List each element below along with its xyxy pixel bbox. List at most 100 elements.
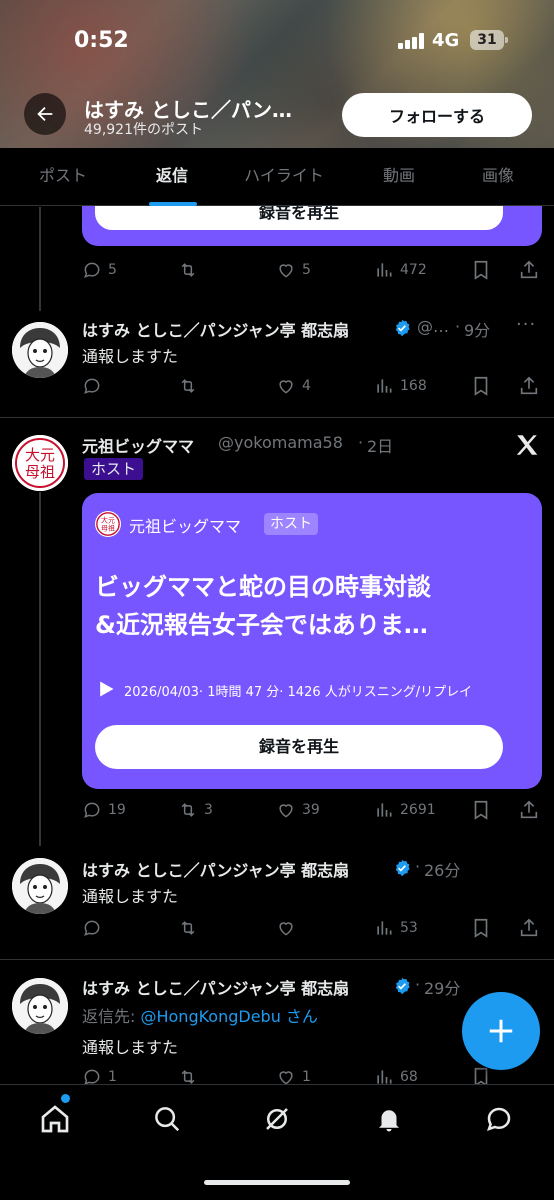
repost-action[interactable]	[178, 917, 204, 939]
nav-messages[interactable]	[479, 1099, 519, 1139]
share-icon[interactable]	[518, 799, 540, 821]
host-badge: ホスト	[84, 458, 144, 480]
repost-action[interactable]: 3	[178, 799, 213, 821]
tab-replies[interactable]: 返信	[126, 148, 218, 206]
post-divider	[0, 417, 554, 418]
nav-notifications[interactable]	[369, 1099, 409, 1139]
avatar-illustration	[12, 978, 68, 1034]
back-button[interactable]	[24, 93, 66, 135]
avatar[interactable]	[12, 322, 68, 378]
space-card[interactable]: 大元 母祖 元祖ビッグママ ホスト ビッグママと蛇の目の時事対談 &近況報告女子…	[82, 493, 542, 789]
more-options-button[interactable]: ···	[516, 314, 536, 335]
host-avatar: 大元 母祖	[95, 511, 121, 537]
svg-text:母祖: 母祖	[101, 524, 115, 533]
repost-icon	[181, 803, 195, 817]
like-count: 1	[302, 1069, 311, 1085]
view-count: 53	[400, 920, 418, 936]
view-count: 68	[400, 1069, 418, 1085]
repost-action[interactable]	[178, 375, 204, 397]
reply-action[interactable]: 19	[82, 799, 126, 821]
views-icon	[377, 921, 392, 935]
host-name: 元祖ビッグママ	[129, 517, 242, 536]
tab-indicator	[149, 202, 197, 206]
tab-videos[interactable]: 動画	[350, 148, 448, 206]
heart-icon	[279, 264, 293, 278]
reply-action[interactable]: 5	[82, 259, 117, 281]
author-name[interactable]: はすみ としこ／パンジャン亭 都志扇	[82, 317, 349, 341]
battery-icon: 31	[470, 30, 508, 50]
play-icon	[100, 681, 114, 697]
views-icon	[377, 263, 392, 277]
reply-icon	[84, 378, 100, 394]
avatar[interactable]	[12, 978, 68, 1034]
author-name[interactable]: はすみ としこ／パンジャン亭 都志扇	[82, 975, 349, 999]
battery-level: 31	[477, 32, 497, 48]
post-time-sep: ·	[455, 317, 461, 336]
reply-suffix: さん	[280, 1007, 318, 1026]
follow-button[interactable]: フォローする	[342, 93, 532, 137]
tab-posts[interactable]: ポスト	[0, 148, 126, 206]
bell-icon	[379, 1110, 399, 1132]
space-title-line1: ビッグママと蛇の目の時事対談	[95, 573, 431, 601]
view-count: 2691	[400, 802, 436, 818]
post-time[interactable]: 9分	[464, 317, 490, 341]
post-time[interactable]: 26分	[424, 857, 460, 881]
like-action[interactable]: 39	[276, 799, 320, 821]
profile-tabs-overlay: ポスト 返信 ハイライト 動画 画像	[0, 148, 554, 206]
avatar[interactable]: 大元 母祖	[12, 435, 68, 491]
avatar[interactable]	[12, 858, 68, 914]
like-action[interactable]	[276, 917, 302, 939]
share-icon[interactable]	[518, 375, 540, 397]
tab-media[interactable]: 画像	[448, 148, 548, 206]
views-action[interactable]: 2691	[374, 799, 436, 821]
play-recording-button[interactable]: 録音を再生	[95, 725, 503, 769]
like-count: 5	[302, 262, 311, 278]
post-divider	[0, 959, 554, 960]
post-time[interactable]: 2日	[367, 433, 393, 457]
avatar-illustration	[12, 858, 68, 914]
author-name[interactable]: 元祖ビッグママ	[82, 433, 194, 457]
grok-icon	[266, 1108, 288, 1130]
reply-handle-link[interactable]: @HongKongDebu	[140, 1007, 280, 1026]
nav-search[interactable]	[147, 1099, 187, 1139]
nav-home[interactable]	[35, 1099, 75, 1139]
post-count: 49,921件のポスト	[84, 122, 203, 138]
author-name[interactable]: はすみ としこ／パンジャン亭 都志扇	[82, 857, 349, 881]
post-time-sep: ·	[358, 433, 364, 452]
space-title-line2: &近況報告女子会ではありま…	[95, 611, 428, 639]
svg-text:大元: 大元	[25, 446, 55, 464]
bookmark-icon[interactable]	[470, 259, 492, 281]
verified-badge-icon	[395, 319, 410, 337]
tab-highlights[interactable]: ハイライト	[218, 148, 350, 206]
author-handle[interactable]: @yokomama58	[218, 433, 343, 452]
view-count: 472	[400, 262, 427, 278]
repost-count: 3	[204, 802, 213, 818]
reply-icon	[84, 262, 100, 278]
bookmark-icon[interactable]	[470, 917, 492, 939]
reply-action[interactable]	[82, 917, 108, 939]
reply-icon	[84, 802, 100, 818]
repost-action[interactable]	[178, 259, 204, 281]
views-action[interactable]: 472	[374, 259, 427, 281]
author-handle[interactable]: @…	[417, 317, 449, 336]
bookmark-icon[interactable]	[470, 375, 492, 397]
views-action[interactable]: 168	[374, 375, 427, 397]
nav-grok[interactable]	[257, 1099, 297, 1139]
bookmark-icon[interactable]	[470, 799, 492, 821]
views-icon	[377, 379, 392, 393]
like-count: 39	[302, 802, 320, 818]
reply-action[interactable]	[82, 375, 108, 397]
share-icon[interactable]	[518, 259, 540, 281]
home-icon	[41, 1105, 69, 1133]
share-icon[interactable]	[518, 917, 540, 939]
post-time[interactable]: 29分	[424, 975, 460, 999]
signal-icon	[398, 33, 426, 49]
like-action[interactable]: 4	[276, 375, 311, 397]
heart-icon	[279, 804, 293, 818]
verified-badge-icon	[395, 977, 410, 995]
compose-button[interactable]	[462, 992, 540, 1070]
svg-text:母祖: 母祖	[25, 463, 55, 481]
views-action[interactable]: 53	[374, 917, 418, 939]
space-meta: 2026/04/03· 1時間 47 分· 1426 人がリスニング/リプレイ	[124, 685, 473, 700]
like-action[interactable]: 5	[276, 259, 311, 281]
